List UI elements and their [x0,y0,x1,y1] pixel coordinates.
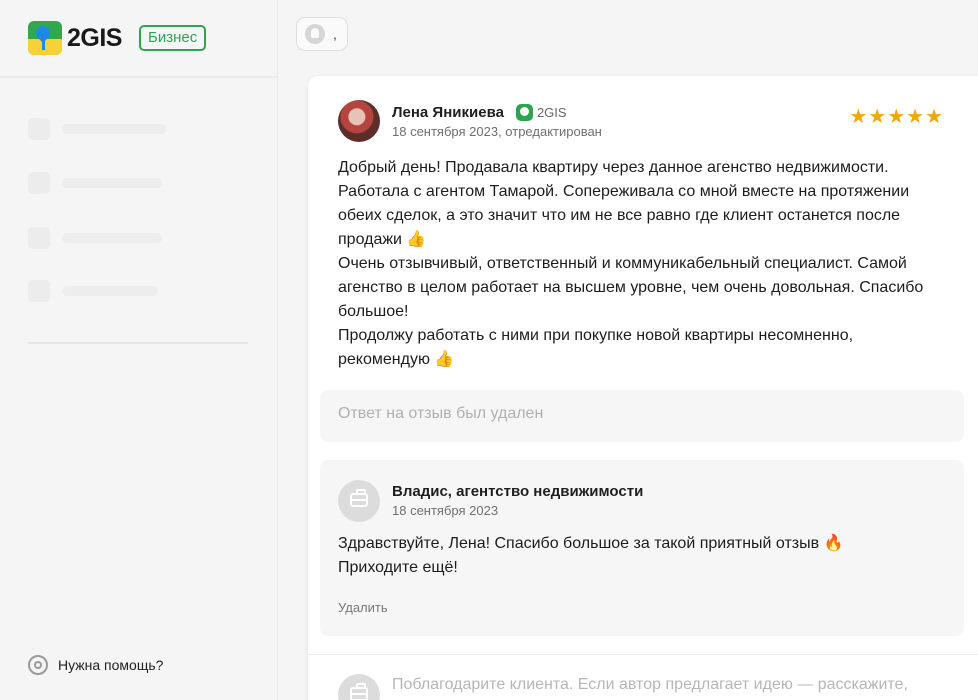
logo[interactable]: 2GIS [28,21,122,55]
2gis-logo-icon [28,21,62,55]
placeholder-icon [28,227,50,249]
sidebar-item-placeholder[interactable] [28,118,248,140]
briefcase-icon [350,489,368,507]
review-header: Лена Яникиева 2GIS 18 сентября 2023, отр… [338,100,602,142]
source-badge: 2GIS [515,104,567,121]
sidebar-divider [28,342,248,344]
pin-icon [305,24,325,44]
top-chip[interactable]: , [296,17,348,51]
logo-text: 2GIS [67,23,122,52]
reply-date: 18 сентября 2023 [392,503,499,518]
source-label: 2GIS [536,105,567,120]
help-label: Нужна помощь? [58,657,164,673]
reply-line: Приходите ещё! [338,559,458,576]
avatar [338,100,380,142]
reply-input[interactable]: Поблагодарите клиента. Если автор предла… [392,676,908,694]
sidebar-item-placeholder[interactable] [28,172,248,194]
reply-text: Здравствуйте, Лена! Спасибо большое за т… [338,532,938,580]
review-date: 18 сентября 2023, отредактирован [392,124,602,139]
company-avatar [338,480,380,522]
company-name: Владис, агентство недвижимости [392,483,644,500]
review-paragraph: Добрый день! Продавала квартиру через да… [338,159,910,248]
review-text: Добрый день! Продавала квартиру через да… [338,156,948,372]
review-author: Лена Яникиева [392,104,504,121]
placeholder-icon [28,280,50,302]
sidebar: 2GIS Бизнес Нужна помощь? [0,0,278,700]
review-paragraph: Продолжу работать с ними при покупке нов… [338,327,854,368]
company-reply: Владис, агентство недвижимости 18 сентяб… [320,460,964,636]
delete-reply-button[interactable]: Удалить [338,600,388,615]
review-meta: Лена Яникиева 2GIS 18 сентября 2023, отр… [392,100,602,142]
reply-line: Здравствуйте, Лена! Спасибо большое за т… [338,535,844,552]
chip-text: , [333,26,337,42]
sidebar-item-placeholder[interactable] [28,227,248,249]
review-card: Лена Яникиева 2GIS 18 сентября 2023, отр… [308,76,978,700]
briefcase-icon [350,683,368,700]
sidebar-header: 2GIS Бизнес [0,0,277,78]
business-badge: Бизнес [138,25,207,51]
company-avatar [338,674,380,700]
placeholder-icon [28,172,50,194]
deleted-reply-notice: Ответ на отзыв был удален [320,390,964,442]
review-paragraph: Очень отзывчивый, ответственный и коммун… [338,255,924,320]
2gis-icon [515,104,533,121]
help-link[interactable]: Нужна помощь? [28,655,163,675]
sidebar-item-placeholder[interactable] [28,280,248,302]
divider [308,654,978,655]
lifebuoy-icon [28,655,48,675]
placeholder-icon [28,118,50,140]
rating-stars: ★★★★★ [849,106,944,128]
